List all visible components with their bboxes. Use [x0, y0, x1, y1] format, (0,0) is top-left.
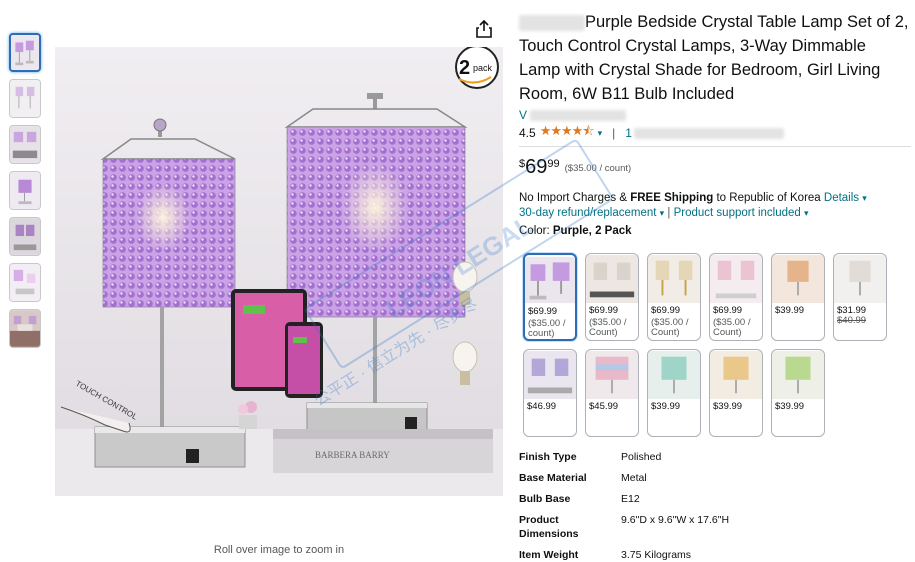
shipping-prefix: No Import Charges &: [519, 192, 628, 204]
chevron-down-icon: ▾: [862, 193, 867, 203]
redacted-brand-name: [519, 14, 585, 31]
pack-badge-text: pack: [473, 63, 493, 73]
spec-row-bulb-base: Bulb Base E12: [519, 492, 899, 506]
swatch-single-warm[interactable]: $39.99: [771, 253, 825, 341]
rating-value: 4.5: [519, 126, 536, 140]
swatch-price: $39.99: [651, 401, 681, 412]
rating-row: 4.5 ★★★★⯪ ▾ | 1: [519, 123, 911, 140]
brand-store-link[interactable]: V: [519, 108, 911, 122]
color-selection-label: Color: Purple, 2 Pack: [519, 224, 911, 239]
swatch-single-clear[interactable]: $31.99 $40.99: [833, 253, 887, 341]
swatch-price: $45.99: [589, 401, 619, 412]
shipping-info: No Import Charges & FREE Shipping to Rep…: [519, 191, 911, 206]
thumbnail-4[interactable]: [9, 171, 41, 210]
product-info: Purple Bedside Crystal Table Lamp Set of…: [519, 10, 911, 239]
divider: [519, 146, 911, 147]
redacted-ratings-count: [633, 128, 784, 140]
returns-link-label: 30-day refund/replacement: [519, 207, 657, 219]
pack-badge-number: 2: [459, 57, 470, 79]
thumbnail-1[interactable]: [9, 33, 41, 72]
swatch-blue-purple[interactable]: $46.99: [523, 349, 577, 437]
swatch-unit-price: ($35.00 / Count): [651, 317, 689, 338]
ratings-count-link[interactable]: 1: [625, 126, 784, 140]
chevron-down-icon: ▾: [659, 208, 665, 218]
spec-value: Metal: [621, 472, 647, 484]
swatch-price: $69.99: [589, 305, 619, 316]
thumbnail-5[interactable]: [9, 217, 41, 256]
redacted-store-name: [530, 110, 627, 122]
thumbnail-strip: [9, 33, 41, 355]
free-shipping-label: FREE Shipping: [630, 192, 714, 204]
swatch-price: $39.99: [775, 305, 805, 316]
thumbnail-7[interactable]: [9, 309, 41, 348]
support-link[interactable]: Product support included ▾: [674, 207, 809, 219]
swatch-list-price: $40.99: [837, 315, 867, 326]
brand-prefix: V: [519, 108, 528, 122]
chevron-down-icon[interactable]: ▾: [598, 128, 603, 139]
book-cover-text: BARBERA BARRY: [315, 450, 390, 460]
share-icon[interactable]: [476, 20, 492, 38]
thumbnail-6[interactable]: [9, 263, 41, 302]
swatch-price: $46.99: [527, 401, 557, 412]
color-label-prefix: Color:: [519, 225, 550, 237]
spec-row-item-weight: Item Weight 3.75 Kilograms: [519, 548, 899, 562]
price-fraction: 99: [547, 158, 560, 170]
spec-key: Product Dimensions: [519, 514, 579, 540]
swatch-rainbow[interactable]: $45.99: [585, 349, 639, 437]
spec-value: 9.6"D x 9.6"W x 17.6"H: [621, 514, 730, 526]
main-product-image[interactable]: BARBERA BARRY TOUCH CONTROL 2 pack: [55, 47, 503, 496]
price-per-unit: ($35.00 / count): [564, 163, 632, 174]
star-icon[interactable]: ★★★★⯪: [540, 122, 595, 144]
swatch-price: $39.99: [775, 401, 805, 412]
product-specs-table: Finish Type Polished Base Material Metal…: [519, 450, 899, 562]
swatch-price: $69.99: [651, 305, 681, 316]
color-swatch-grid: $69.99 ($35.00 / count) $69.99 ($35.00 /…: [523, 253, 895, 437]
swatch-green[interactable]: $39.99: [771, 349, 825, 437]
color-selected-value: Purple, 2 Pack: [552, 225, 632, 237]
link-separator: |: [667, 207, 671, 219]
shipping-destination: to Republic of Korea: [716, 192, 821, 204]
swatch-price: $69.99: [713, 305, 743, 316]
price-whole: 69: [525, 156, 548, 178]
swatch-silver-2-pack[interactable]: $69.99 ($35.00 / Count): [585, 253, 639, 341]
swatch-unit-price: [772, 316, 824, 318]
spec-value: 3.75 Kilograms: [621, 549, 692, 561]
returns-row: 30-day refund/replacement ▾ | Product su…: [519, 206, 911, 221]
swatch-unit-price: ($35.00 / Count): [589, 317, 627, 338]
details-link-label: Details: [823, 192, 860, 204]
thumbnail-3[interactable]: [9, 125, 41, 164]
zoom-hint: Roll over image to zoom in: [213, 544, 345, 556]
swatch-purple-2-pack[interactable]: $69.99 ($35.00 / count): [523, 253, 577, 341]
returns-link[interactable]: 30-day refund/replacement ▾: [519, 207, 664, 219]
shipping-details-link[interactable]: Details ▾: [824, 192, 867, 204]
swatch-pink-2-pack[interactable]: $69.99 ($35.00 / Count): [709, 253, 763, 341]
spec-key: Bulb Base: [519, 493, 571, 505]
swatch-price: $39.99: [713, 401, 743, 412]
spec-key: Finish Type: [519, 451, 577, 463]
thumbnail-2[interactable]: [9, 79, 41, 118]
support-link-label: Product support included: [673, 207, 801, 219]
swatch-amber[interactable]: $39.99: [709, 349, 763, 437]
swatch-price: $69.99: [528, 306, 558, 317]
spec-key: Base Material: [519, 472, 587, 484]
spec-value: Polished: [621, 451, 662, 463]
swatch-teal[interactable]: $39.99: [647, 349, 701, 437]
price-block: $ 69 99 ($35.00 / count): [519, 155, 911, 181]
swatch-unit-price: ($35.00 / Count): [713, 317, 751, 338]
spec-key: Item Weight: [519, 549, 579, 561]
swatch-unit-price: ($35.00 / count): [528, 318, 566, 339]
spec-row-finish-type: Finish Type Polished: [519, 450, 899, 464]
product-title: Purple Bedside Crystal Table Lamp Set of…: [519, 10, 911, 106]
chevron-down-icon: ▾: [804, 208, 809, 218]
ratings-count-prefix: 1: [625, 126, 632, 140]
spec-row-dimensions: Product Dimensions 9.6"D x 9.6"W x 17.6"…: [519, 513, 899, 541]
spec-value: E12: [621, 493, 640, 505]
swatch-gold-2-pack[interactable]: $69.99 ($35.00 / Count): [647, 253, 701, 341]
spec-row-base-material: Base Material Metal: [519, 471, 899, 485]
